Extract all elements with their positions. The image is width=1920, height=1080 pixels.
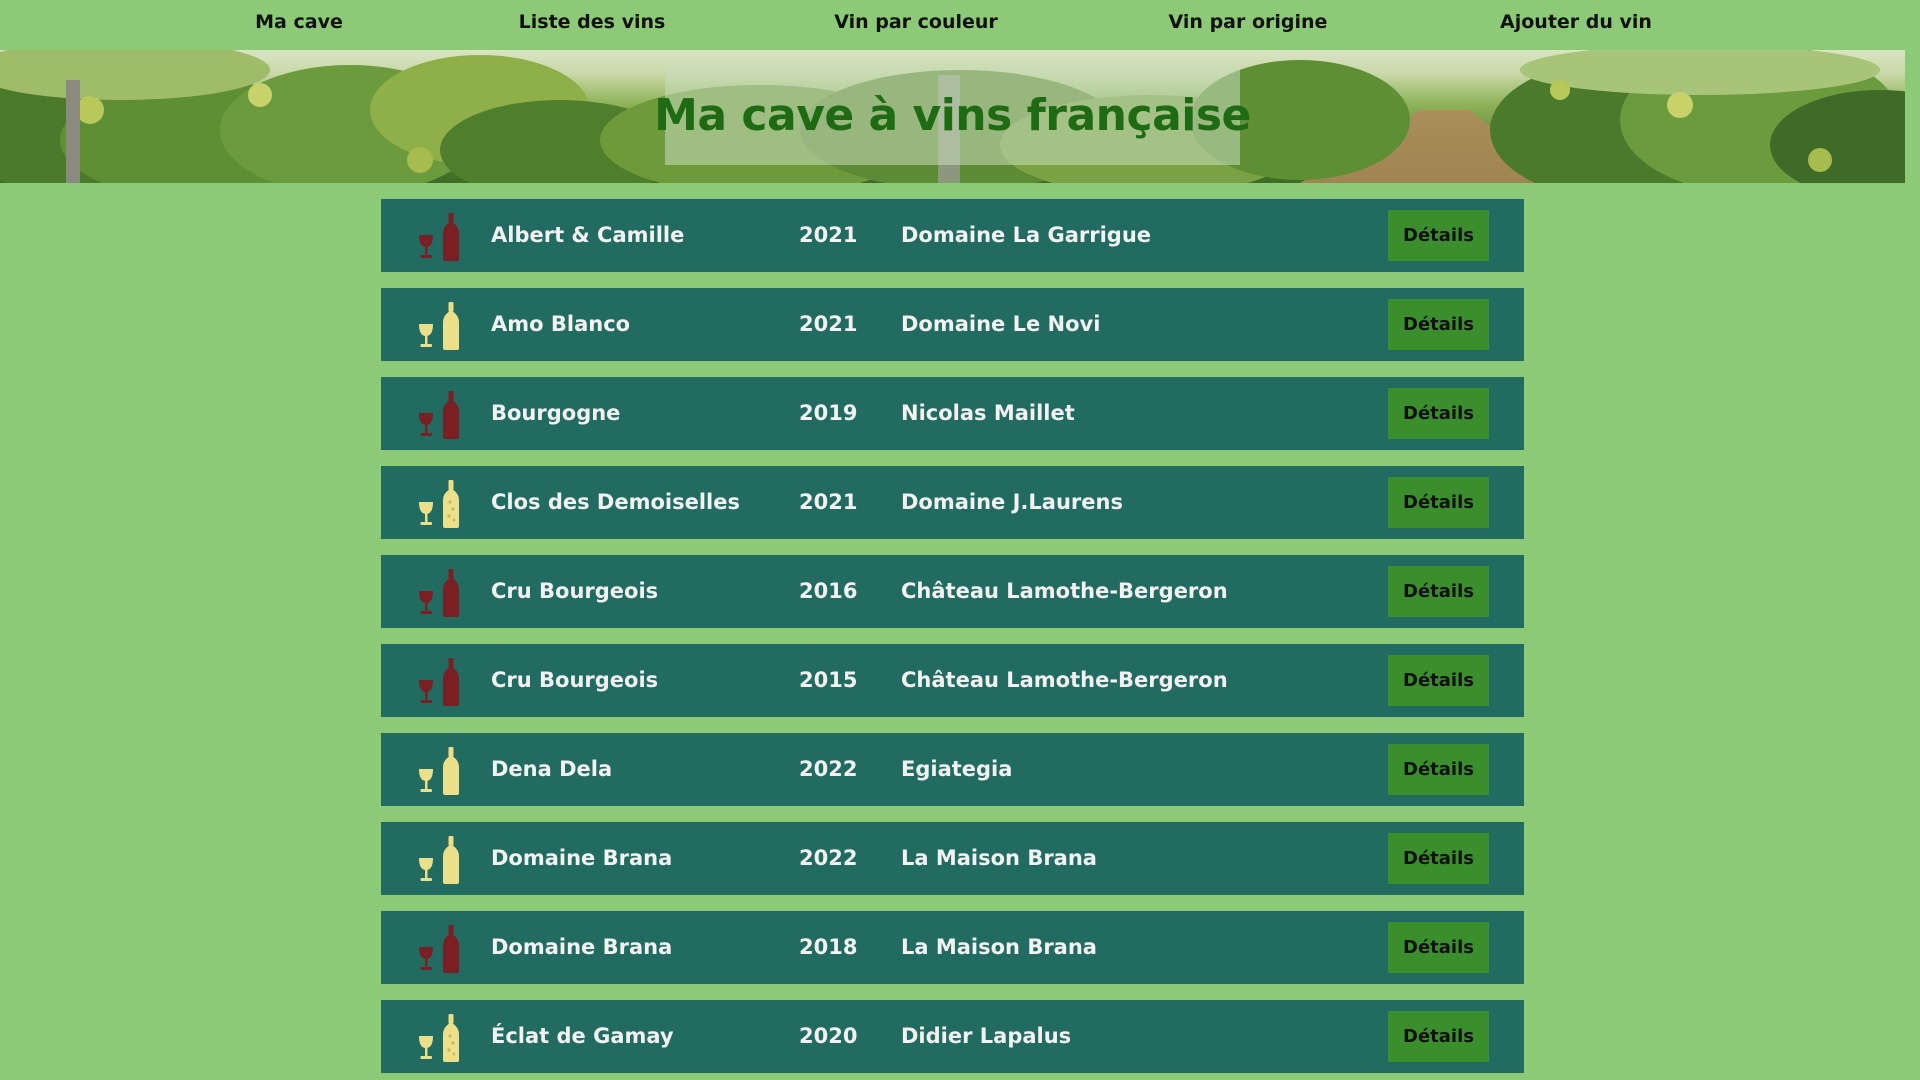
wine-row: Amo Blanco 2021 Domaine Le Novi Détails	[381, 288, 1524, 361]
wine-year: 2022	[799, 757, 858, 781]
red-wine-icon	[415, 567, 463, 617]
wine-name: Albert & Camille	[491, 223, 685, 247]
wine-producer: La Maison Brana	[901, 935, 1097, 959]
wine-row: Cru Bourgeois 2016 Château Lamothe-Bergero…	[381, 555, 1524, 628]
wine-year: 2022	[799, 846, 858, 870]
wine-year: 2020	[799, 1024, 858, 1048]
details-button[interactable]: Détails	[1388, 566, 1489, 617]
wine-row: Albert & Camille 2021 Domaine La Garrigue D…	[381, 199, 1524, 272]
wine-year: 2021	[799, 490, 858, 514]
details-button[interactable]: Détails	[1388, 210, 1489, 261]
top-navigation: Ma cave Liste des vins Vin par couleur V…	[0, 0, 1905, 50]
details-button[interactable]: Détails	[1388, 388, 1489, 439]
sparkling-wine-icon	[415, 1012, 463, 1062]
wine-producer: Domaine La Garrigue	[901, 223, 1152, 247]
white-wine-icon	[415, 300, 463, 350]
red-wine-icon	[415, 389, 463, 439]
wine-producer: Egiategia	[901, 757, 1013, 781]
page-title: Ma cave à vins française	[654, 89, 1251, 141]
wine-name: Amo Blanco	[491, 312, 631, 336]
wine-producer: Didier Lapalus	[901, 1024, 1072, 1048]
wine-year: 2021	[799, 223, 858, 247]
nav-item-vin-par-origine[interactable]: Vin par origine	[1169, 0, 1328, 44]
wine-row: Domaine Brana 2022 La Maison Brana Détails	[381, 822, 1524, 895]
wine-year: 2021	[799, 312, 858, 336]
details-button[interactable]: Détails	[1388, 299, 1489, 350]
white-wine-icon	[415, 745, 463, 795]
nav-item-ma-cave[interactable]: Ma cave	[255, 0, 343, 44]
wine-producer: La Maison Brana	[901, 846, 1097, 870]
wine-list: Albert & Camille 2021 Domaine La Garrigue D…	[381, 199, 1524, 1080]
wine-name: Éclat de Gamay	[491, 1024, 674, 1048]
wine-year: 2016	[799, 579, 858, 603]
details-button[interactable]: Détails	[1388, 655, 1489, 706]
nav-item-vin-par-couleur[interactable]: Vin par couleur	[834, 0, 998, 44]
wine-name: Domaine Brana	[491, 846, 673, 870]
wine-row: Cru Bourgeois 2015 Château Lamothe-Bergero…	[381, 644, 1524, 717]
wine-name: Dena Dela	[491, 757, 613, 781]
wine-row: Bourgogne 2019 Nicolas Maillet Détails	[381, 377, 1524, 450]
wine-year: 2018	[799, 935, 858, 959]
nav-item-ajouter-du-vin[interactable]: Ajouter du vin	[1500, 0, 1652, 44]
details-button[interactable]: Détails	[1388, 833, 1489, 884]
vineyard-banner: Ma cave à vins française	[0, 50, 1905, 183]
wine-year: 2019	[799, 401, 858, 425]
page: Ma cave Liste des vins Vin par couleur V…	[0, 0, 1905, 1080]
wine-row: Éclat de Gamay 2020 Didier Lapalus Détails	[381, 1000, 1524, 1073]
wine-year: 2015	[799, 668, 858, 692]
details-button[interactable]: Détails	[1388, 922, 1489, 973]
wine-row: Domaine Brana 2018 La Maison Brana Détails	[381, 911, 1524, 984]
wine-producer: Domaine Le Novi	[901, 312, 1101, 336]
red-wine-icon	[415, 656, 463, 706]
details-button[interactable]: Détails	[1388, 1011, 1489, 1062]
wine-name: Cru Bourgeois	[491, 579, 659, 603]
wine-name: Cru Bourgeois	[491, 668, 659, 692]
red-wine-icon	[415, 211, 463, 261]
banner-title-box: Ma cave à vins française	[654, 65, 1251, 165]
wine-producer: Château Lamothe-Bergeron	[901, 668, 1228, 692]
sparkling-wine-icon	[415, 478, 463, 528]
details-button[interactable]: Détails	[1388, 477, 1489, 528]
wine-name: Bourgogne	[491, 401, 621, 425]
nav-item-liste-des-vins[interactable]: Liste des vins	[519, 0, 666, 44]
red-wine-icon	[415, 923, 463, 973]
wine-row: Dena Dela 2022 Egiategia Détails	[381, 733, 1524, 806]
wine-producer: Château Lamothe-Bergeron	[901, 579, 1228, 603]
wine-row: Clos des Demoiselles 2021 Domaine J.Lauren…	[381, 466, 1524, 539]
wine-producer: Nicolas Maillet	[901, 401, 1075, 425]
wine-name: Clos des Demoiselles	[491, 490, 740, 514]
details-button[interactable]: Détails	[1388, 744, 1489, 795]
white-wine-icon	[415, 834, 463, 884]
wine-producer: Domaine J.Laurens	[901, 490, 1123, 514]
wine-name: Domaine Brana	[491, 935, 673, 959]
